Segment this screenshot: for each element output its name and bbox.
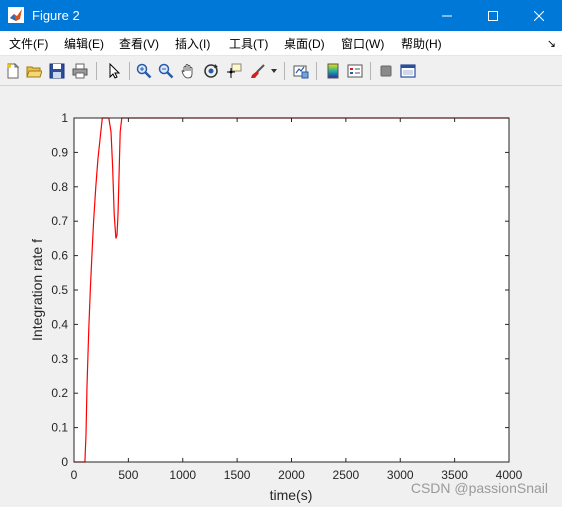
maximize-button[interactable] — [470, 0, 516, 31]
toolbar-separator — [316, 62, 317, 80]
link-plot-button[interactable] — [291, 61, 311, 81]
x-tick-label: 1000 — [169, 468, 196, 482]
menu-view[interactable]: 查看(V) — [119, 37, 159, 51]
legend-button[interactable] — [345, 61, 365, 81]
show-plot-tools-button[interactable] — [398, 61, 418, 81]
hide-plot-tools-icon — [380, 65, 392, 77]
minimize-button[interactable] — [424, 0, 470, 31]
x-tick-label: 500 — [118, 468, 138, 482]
axes-background — [74, 118, 509, 462]
menu-desktop[interactable]: 桌面(D) — [284, 37, 325, 51]
y-tick-label: 0.3 — [51, 352, 68, 366]
close-icon — [534, 10, 544, 21]
watermark: CSDN @passionSnail — [410, 480, 548, 496]
hide-plot-tools-button[interactable] — [376, 61, 396, 81]
rotate-3d-button[interactable] — [201, 61, 221, 81]
y-tick-label: 0.8 — [51, 180, 68, 194]
link-plot-icon — [293, 65, 309, 79]
menu-tools[interactable]: 工具(T) — [229, 37, 268, 51]
y-tick-label: 0.5 — [51, 283, 68, 297]
data-cursor-icon — [227, 63, 242, 78]
menu-edit[interactable]: 编辑(E) — [64, 37, 104, 51]
title-bar[interactable]: Figure 2 — [0, 0, 562, 31]
chevron-down-icon — [271, 69, 277, 73]
maximize-icon — [488, 10, 498, 21]
menu-window[interactable]: 窗口(W) — [341, 37, 384, 51]
x-tick-label: 2000 — [278, 468, 305, 482]
y-tick-label: 1 — [61, 111, 68, 125]
x-tick-label: 2500 — [333, 468, 360, 482]
show-plot-tools-icon — [400, 64, 416, 78]
colorbar-icon — [327, 63, 339, 79]
chart[interactable]: 0 500 1000 1500 2000 2500 3000 3500 400000.10.20… — [0, 86, 562, 507]
zoom-in-button[interactable] — [134, 61, 154, 81]
zoom-out-button[interactable] — [156, 61, 176, 81]
pan-button[interactable] — [178, 61, 198, 81]
toolbar-separator — [370, 62, 371, 80]
print-button[interactable] — [70, 61, 90, 81]
y-tick-label: 0.9 — [51, 145, 68, 159]
brush-dropdown-button[interactable] — [268, 61, 280, 81]
save-icon — [49, 63, 65, 79]
y-tick-label: 0 — [61, 455, 68, 469]
legend-icon — [347, 64, 363, 78]
toolbar-separator — [284, 62, 285, 80]
open-file-button[interactable] — [24, 61, 44, 81]
menu-bar: 文件(F) 编辑(E) 查看(V) 插入(I) 工具(T) 桌面(D) 窗口(W… — [0, 31, 562, 56]
y-tick-label: 0.1 — [51, 421, 68, 435]
new-figure-button[interactable] — [3, 61, 23, 81]
pan-hand-icon — [181, 64, 193, 79]
rotate-3d-icon — [204, 64, 218, 78]
menu-insert[interactable]: 插入(I) — [175, 37, 210, 51]
x-tick-label: 1500 — [224, 468, 251, 482]
matlab-logo-icon — [8, 7, 24, 23]
open-file-icon — [26, 66, 42, 78]
brush-icon — [251, 64, 265, 78]
menu-file[interactable]: 文件(F) — [9, 37, 48, 51]
close-button[interactable] — [516, 0, 562, 31]
edit-plot-arrow-icon — [109, 63, 121, 79]
y-tick-label: 0.2 — [51, 386, 68, 400]
toolbar-separator — [129, 62, 130, 80]
menu-help[interactable]: 帮助(H) — [401, 37, 442, 51]
colorbar-button[interactable] — [323, 61, 343, 81]
zoom-in-icon — [136, 63, 152, 79]
y-tick-label: 0.7 — [51, 214, 68, 228]
new-figure-icon — [7, 63, 20, 79]
data-cursor-button[interactable] — [224, 61, 244, 81]
collapse-arrow-icon[interactable]: ↘ — [547, 37, 556, 50]
x-axis-label: time(s) — [270, 487, 313, 503]
save-button[interactable] — [47, 61, 67, 81]
x-tick-label: 0 — [71, 468, 78, 482]
figure-toolbar — [0, 56, 562, 86]
brush-button[interactable] — [248, 61, 268, 81]
window-title: Figure 2 — [32, 8, 80, 23]
edit-plot-button[interactable] — [104, 61, 124, 81]
y-tick-label: 0.4 — [51, 317, 68, 331]
y-tick-label: 0.6 — [51, 249, 68, 263]
toolbar-separator — [96, 62, 97, 80]
minimize-icon — [442, 15, 452, 16]
figure-area: 0 500 1000 1500 2000 2500 3000 3500 4000 0 0.1 0.2 0… — [0, 86, 562, 507]
y-axis-label: Integration rate f — [29, 239, 45, 341]
print-icon — [72, 63, 88, 79]
zoom-out-icon — [158, 63, 174, 79]
